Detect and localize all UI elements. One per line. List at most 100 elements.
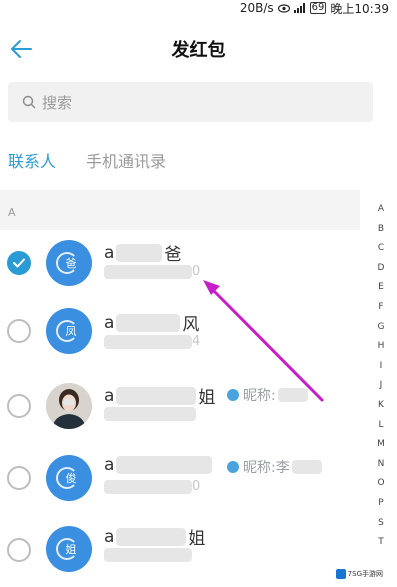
avatar: 姐 [46, 526, 92, 572]
contact-number: 0 [104, 479, 200, 494]
clock: 晚上10:39 [330, 1, 389, 16]
status-right: 20B/s 69 晚上10:39 [240, 0, 389, 16]
contact-row[interactable]: 凤 a 风 4 [0, 296, 360, 366]
nickname-badge-icon [227, 461, 239, 473]
blurred-number [104, 548, 192, 562]
number-tail: 0 [192, 264, 201, 279]
search-icon [22, 95, 36, 109]
index-letter-o[interactable]: O [377, 474, 384, 494]
index-letter-m[interactable]: M [377, 435, 385, 455]
tab-bar: 联系人 手机通讯录 [8, 148, 166, 174]
page-title: 发红包 [171, 40, 226, 61]
name-prefix: a [104, 526, 115, 547]
name-suffix: 风 [182, 315, 200, 335]
blurred-number [104, 264, 192, 279]
battery-icon: 69 [309, 2, 327, 14]
contact-number [104, 407, 196, 421]
index-letter-s[interactable]: S [378, 514, 384, 534]
index-letter-i[interactable]: I [380, 357, 383, 377]
blurred-nickname [291, 460, 322, 474]
checkbox-unchecked[interactable] [7, 319, 31, 343]
index-letter-p[interactable]: P [378, 494, 383, 514]
name-prefix: a [104, 312, 115, 333]
contact-row[interactable]: 爸 a 爸 0 [0, 228, 360, 298]
blurred-number [104, 334, 192, 349]
checkbox-unchecked[interactable] [7, 394, 31, 418]
avatar: 凤 [46, 308, 92, 354]
contact-nickname: 昵称: [227, 385, 308, 405]
signal-icon [293, 3, 306, 13]
nickname-label: 昵称: [243, 388, 276, 404]
blurred-number [104, 479, 192, 494]
name-prefix: a [104, 455, 115, 475]
name-prefix: a [104, 385, 115, 406]
contact-name: a 风 [104, 310, 200, 336]
avatar-initial: 俊 [65, 472, 77, 485]
app-bar: 发红包 [0, 20, 397, 76]
index-letter-b[interactable]: B [378, 220, 384, 240]
avatar-photo [46, 383, 92, 429]
contact-row[interactable]: 俊 a 昵称:李 0 [0, 442, 360, 512]
index-letter-j[interactable]: J [380, 376, 383, 396]
name-suffix: 姐 [188, 529, 206, 549]
index-letter-h[interactable]: H [378, 337, 385, 357]
nickname-label: 昵称:李 [243, 460, 290, 476]
eye-icon [277, 3, 290, 13]
number-tail: 0 [192, 479, 201, 494]
checkbox-unchecked[interactable] [7, 538, 31, 562]
search-input[interactable]: 搜索 [8, 82, 373, 122]
contact-number: 0 [104, 264, 200, 279]
name-suffix: 姐 [198, 388, 216, 408]
watermark: 7SG手游网 [335, 569, 383, 579]
search-placeholder: 搜索 [42, 93, 73, 112]
index-letter-g[interactable]: G [378, 318, 385, 338]
contact-name: a 姐 [104, 383, 216, 409]
person-photo-icon [46, 383, 92, 429]
number-tail: 4 [192, 334, 201, 349]
checkbox-unchecked[interactable] [7, 466, 31, 490]
avatar: 俊 [46, 455, 92, 501]
tab-contacts[interactable]: 联系人 [8, 148, 56, 174]
index-letter-n[interactable]: N [378, 455, 385, 475]
avatar-initial: 爸 [65, 257, 77, 270]
name-prefix: a [104, 242, 115, 263]
contact-row[interactable]: 姐 a 姐 [0, 514, 360, 584]
contact-name: a 爸 [104, 240, 182, 266]
index-letter-e[interactable]: E [378, 278, 384, 298]
blurred-name [116, 313, 181, 332]
status-bar: 20B/s 69 晚上10:39 [0, 0, 397, 16]
index-letter-k[interactable]: K [378, 396, 384, 416]
avatar: 爸 [46, 240, 92, 286]
checkmark-icon [13, 258, 25, 268]
watermark-text: 7SG手游网 [347, 570, 383, 578]
index-letter-c[interactable]: C [378, 239, 384, 259]
name-suffix: 爸 [164, 245, 182, 265]
avatar-initial: 凤 [65, 325, 77, 338]
section-letter: A [8, 206, 16, 219]
blurred-nickname [277, 388, 308, 402]
avatar-initial: 姐 [65, 543, 77, 556]
alphabet-index[interactable]: ABCDEFGHIJKLMNOPST [373, 200, 389, 553]
blurred-name [116, 386, 197, 405]
nickname-badge-icon [227, 389, 239, 401]
contact-number: 4 [104, 334, 200, 349]
index-letter-a[interactable]: A [378, 200, 384, 220]
index-letter-f[interactable]: F [378, 298, 383, 318]
index-letter-t[interactable]: T [378, 533, 384, 553]
contact-name: a [104, 455, 214, 475]
blurred-name [116, 527, 187, 546]
watermark-logo-icon [335, 569, 346, 579]
contact-name: a 姐 [104, 524, 206, 550]
blurred-number [104, 407, 196, 421]
contact-nickname: 昵称:李 [227, 457, 322, 477]
tab-phone-contacts[interactable]: 手机通讯录 [86, 148, 166, 174]
index-letter-d[interactable]: D [378, 259, 385, 279]
section-header-band [0, 190, 360, 230]
contact-number [104, 548, 192, 562]
contact-row[interactable]: a 姐 昵称: [0, 370, 360, 440]
blurred-name [116, 456, 213, 474]
index-letter-l[interactable]: L [378, 416, 383, 436]
checkbox-checked[interactable] [7, 251, 31, 275]
network-speed: 20B/s [239, 1, 274, 15]
blurred-name [116, 243, 163, 262]
